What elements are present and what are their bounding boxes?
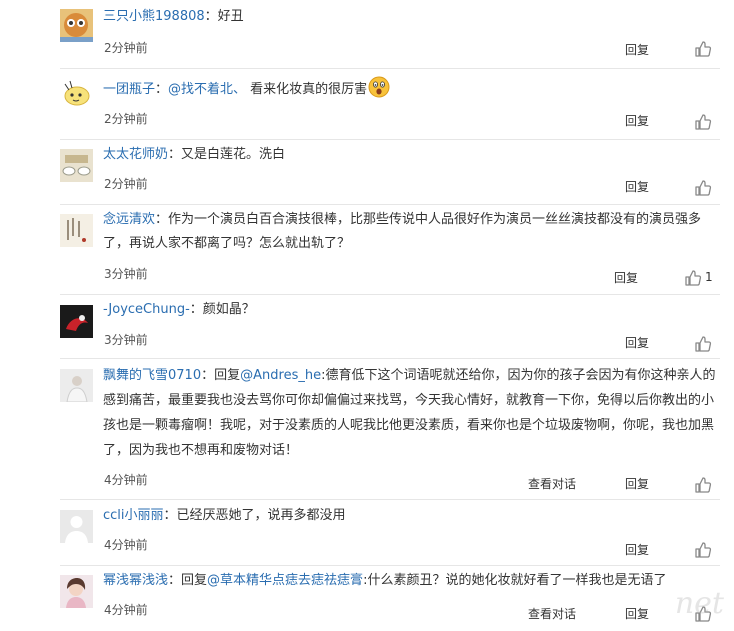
divider: [60, 204, 720, 205]
view-conversation-button[interactable]: 查看对话: [528, 475, 576, 492]
comment-text-line: 感到痛苦，最重要我也没去骂你可你却偏偏过来找骂，今天我心情好，就教育一下你，免得…: [103, 393, 715, 408]
avatar[interactable]: [60, 510, 93, 543]
comment-text: 好丑: [217, 9, 244, 24]
comment-time: 2分钟前: [104, 41, 148, 55]
comment-text: 看来化妆真的很厉害: [246, 82, 368, 97]
reply-button[interactable]: 回复: [625, 178, 649, 195]
comment-text-line: 飘舞的飞雪0710：回复@Andres_he:德育低下这个词语呢就还给你，因为你…: [103, 363, 725, 388]
comment-separator: ：: [155, 82, 169, 97]
like-button[interactable]: [694, 113, 712, 131]
comment-separator: ：: [189, 302, 203, 317]
comment-username[interactable]: 一团瓶子: [103, 82, 155, 97]
avatar[interactable]: [60, 214, 93, 247]
comment-text: :什么素颜丑？说的她化妆就好看了一样我也是无语了: [363, 573, 667, 588]
like-count: 1: [705, 270, 713, 284]
comment-text-line: 了，因为我也不想再和废物对话！: [103, 443, 299, 458]
thumbs-up-icon: [695, 41, 712, 57]
like-button[interactable]: [694, 40, 712, 58]
mention-link[interactable]: @找不着北、: [168, 82, 246, 97]
thumbs-up-icon: [695, 336, 712, 352]
comment-separator: ：: [168, 147, 182, 162]
comment-time: 2分钟前: [104, 177, 148, 191]
reply-button[interactable]: 回复: [625, 334, 649, 351]
view-conversation-button[interactable]: 查看对话: [528, 605, 576, 622]
like-button[interactable]: [694, 179, 712, 197]
comment-text-block: 念远清欢：作为一个演员白百合演技很棒，比那些传说中人品很好作为演员一丝丝演技都没…: [103, 208, 725, 256]
like-button[interactable]: [694, 541, 712, 559]
comment-time: 4分钟前: [104, 473, 148, 487]
shocked-face-icon: [368, 76, 390, 98]
comment-separator: ：: [163, 508, 177, 523]
comment-text-line: 念远清欢：作为一个演员白百合演技很棒，比那些传说中人品很好作为演员一丝丝演技都没…: [103, 208, 725, 232]
mention-link[interactable]: @草本精华点痣去痣祛痣膏: [207, 573, 363, 588]
comment-text: 又是白莲花。洗白: [181, 147, 286, 162]
comment-text-line: 三只小熊198808：好丑: [103, 5, 725, 29]
comment-text-line: 了，再说人家不都离了吗？怎么就出轨了？: [103, 236, 351, 251]
mention-link[interactable]: @Andres_he: [240, 368, 321, 383]
divider: [60, 294, 720, 295]
comment-username[interactable]: 太太花师奶: [103, 147, 168, 162]
reply-prefix: 回复: [181, 573, 208, 588]
comment-text-line: 孩也是一颗毒瘤啊！我呢，对于没素质的人呢我比他更没素质，看来你也是个垃圾废物啊，…: [103, 418, 715, 433]
avatar[interactable]: [60, 305, 93, 338]
like-button[interactable]: [694, 476, 712, 494]
like-button[interactable]: [684, 269, 702, 287]
reply-button[interactable]: 回复: [625, 112, 649, 129]
thumbs-up-icon: [695, 477, 712, 493]
comment-username[interactable]: ccli小丽丽: [103, 508, 164, 523]
divider: [60, 68, 720, 69]
comment-text: 颜如晶？: [202, 302, 255, 317]
avatar[interactable]: [60, 149, 93, 182]
comment-separator: ：: [168, 573, 182, 588]
reply-button[interactable]: 回复: [625, 475, 649, 492]
avatar[interactable]: [60, 78, 93, 111]
comment-text-line: 一团瓶子：@找不着北、 看来化妆真的很厉害: [103, 76, 725, 102]
comment-separator: ：: [155, 212, 169, 227]
comment-separator: ：: [204, 9, 218, 24]
avatar[interactable]: [60, 9, 93, 42]
reply-prefix: 回复: [214, 368, 241, 383]
comment-separator: ：: [201, 368, 215, 383]
divider: [60, 358, 720, 359]
comment-text-block: 飘舞的飞雪0710：回复@Andres_he:德育低下这个词语呢就还给你，因为你…: [103, 363, 725, 463]
comment-username[interactable]: 三只小熊198808: [103, 9, 205, 24]
divider: [60, 499, 720, 500]
comment-username[interactable]: -JoyceChung-: [103, 302, 190, 317]
reply-button[interactable]: 回复: [625, 541, 649, 558]
divider: [60, 139, 720, 140]
watermark: net: [674, 586, 724, 621]
thumbs-up-icon: [695, 542, 712, 558]
comment-time: 3分钟前: [104, 267, 148, 281]
comment-text-line: 太太花师奶：又是白莲花。洗白: [103, 143, 725, 167]
thumbs-up-icon: [685, 270, 702, 286]
comment-time: 4分钟前: [104, 538, 148, 552]
comment-text-line: -JoyceChung-：颜如晶？: [103, 298, 725, 322]
avatar[interactable]: [60, 575, 93, 608]
comment-text: :德育低下这个词语呢就还给你，因为你的孩子会因为有你这种亲人的: [321, 368, 716, 383]
comment-time: 3分钟前: [104, 333, 148, 347]
avatar[interactable]: [60, 369, 93, 402]
comment-username[interactable]: 飘舞的飞雪0710: [103, 368, 201, 383]
thumbs-up-icon: [695, 180, 712, 196]
comment-time: 2分钟前: [104, 112, 148, 126]
divider: [60, 565, 720, 566]
thumbs-up-icon: [695, 114, 712, 130]
reply-button[interactable]: 回复: [625, 41, 649, 58]
comment-text-line: ccli小丽丽：已经厌恶她了，说再多都没用: [103, 504, 725, 528]
comment-username[interactable]: 幂浅幂浅浅: [103, 573, 168, 588]
reply-button[interactable]: 回复: [625, 605, 649, 622]
comment-text: 已经厌恶她了，说再多都没用: [176, 508, 346, 523]
comment-username[interactable]: 念远清欢: [103, 212, 155, 227]
comment-time: 4分钟前: [104, 603, 148, 617]
like-button[interactable]: [694, 335, 712, 353]
comment-text: 作为一个演员白百合演技很棒，比那些传说中人品很好作为演员一丝丝演技都没有的演员强…: [168, 212, 702, 227]
reply-button[interactable]: 回复: [614, 269, 638, 286]
comment-text-line: 幂浅幂浅浅：回复@草本精华点痣去痣祛痣膏:什么素颜丑？说的她化妆就好看了一样我也…: [103, 569, 725, 593]
